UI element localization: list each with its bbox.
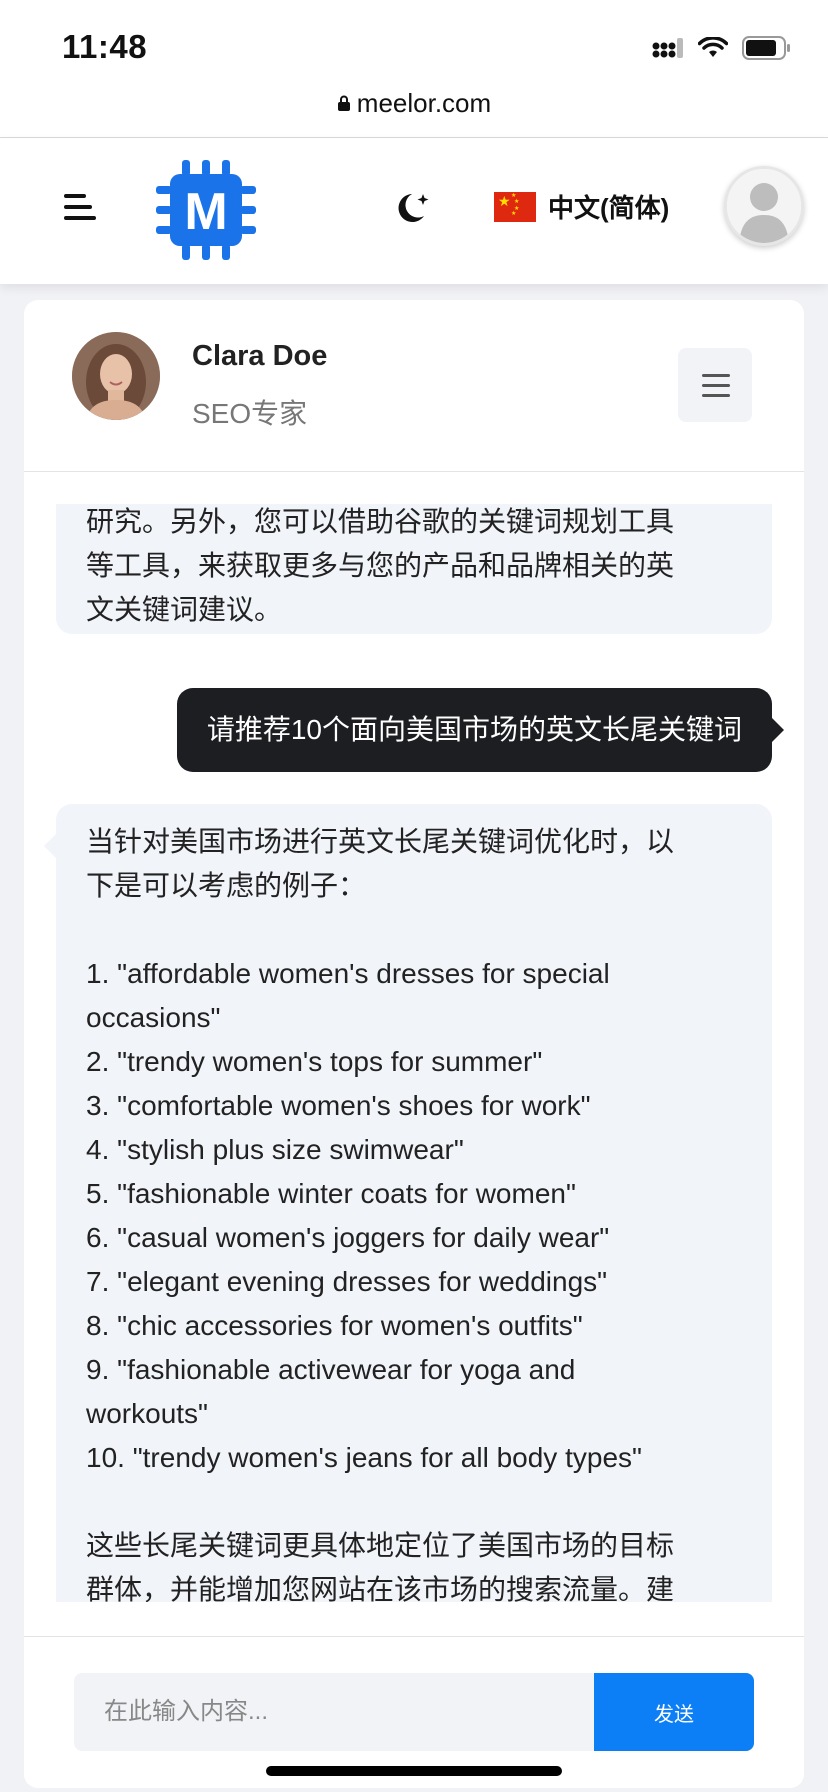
contact-name: Clara Doe — [192, 340, 328, 372]
contact-role: SEO专家 — [192, 398, 308, 429]
message-line: 等工具，来获取更多与您的产品和品牌相关的英 — [86, 550, 675, 581]
list-item: 3. "comfortable women's shoes for work" — [86, 1090, 591, 1121]
bot-message: 研究。另外，您可以借助谷歌的关键词规划工具 等工具，来获取更多与您的产品和品牌相… — [56, 504, 772, 634]
user-avatar[interactable] — [724, 166, 804, 246]
user-placeholder-icon — [727, 169, 801, 243]
message-line: 这些长尾关键词更具体地定位了美国市场的目标 — [86, 1530, 675, 1561]
list-item: 2. "trendy women's tops for summer" — [86, 1046, 543, 1077]
chat-menu-button[interactable] — [678, 348, 752, 422]
wifi-icon — [698, 37, 728, 57]
list-item: 8. "chic accessories for women's outfits… — [86, 1310, 583, 1341]
chat-header: Clara Doe SEO专家 — [24, 300, 804, 472]
status-bar: 11:48 — [0, 0, 828, 88]
list-item: 4. "stylish plus size swimwear" — [86, 1134, 464, 1165]
list-item: occasions" — [86, 1002, 221, 1033]
list-item: 5. "fashionable winter coats for women" — [86, 1178, 576, 1209]
message-line: 文关键词建议。 — [86, 594, 283, 625]
language-switcher[interactable]: ★ ★ ★ ★ ★ 中文(简体) — [494, 188, 669, 225]
message-line: 下是可以考虑的例子： — [86, 870, 367, 901]
message-line: 群体，并能增加您网站在该市场的搜索流量。建 — [86, 1574, 675, 1602]
send-button[interactable]: 发送 — [594, 1673, 754, 1751]
battery-icon — [742, 36, 790, 60]
message-list[interactable]: 研究。另外，您可以借助谷歌的关键词规划工具 等工具，来获取更多与您的产品和品牌相… — [24, 504, 804, 1602]
site-header: M ★ ★ ★ ★ ★ 中文(简体) — [0, 138, 828, 284]
url-text: meelor.com — [356, 88, 492, 118]
status-time: 11:48 — [62, 28, 148, 65]
list-item: 1. "affordable women's dresses for speci… — [86, 958, 610, 989]
list-item: workouts" — [86, 1398, 208, 1429]
signal-icon — [652, 38, 683, 58]
user-message: 请推荐10个面向美国市场的英文长尾关键词 — [176, 688, 785, 772]
logo-icon[interactable]: M — [156, 160, 256, 260]
china-flag-icon: ★ ★ ★ ★ ★ — [494, 191, 536, 222]
list-item: 10. "trendy women's jeans for all body t… — [86, 1442, 642, 1473]
address-bar[interactable]: meelor.com — [0, 88, 828, 138]
home-indicator[interactable] — [266, 1766, 562, 1776]
logo-letter: M — [184, 183, 227, 241]
dark-mode-icon[interactable] — [390, 186, 434, 230]
sidebar-toggle-icon[interactable] — [64, 194, 96, 228]
message-line: 当针对美国市场进行英文长尾关键词优化时，以 — [86, 826, 675, 857]
language-label: 中文(简体) — [548, 193, 670, 223]
status-icons — [652, 36, 792, 60]
keyword-list: 1. "affordable women's dresses for speci… — [86, 952, 742, 1480]
lock-icon — [337, 95, 350, 112]
message-line: 研究。另外，您可以借助谷歌的关键词规划工具 — [86, 506, 675, 537]
list-item: 9. "fashionable activewear for yoga and — [86, 1354, 576, 1385]
message-input[interactable] — [74, 1673, 594, 1751]
contact-photo — [72, 332, 160, 420]
list-item: 7. "elegant evening dresses for weddings… — [86, 1266, 608, 1297]
chat-panel: Clara Doe SEO专家 研究。另外，您可以借助谷歌的关键词规划工具 等工… — [24, 300, 804, 1788]
contact-avatar — [72, 332, 160, 420]
list-item: 6. "casual women's joggers for daily wea… — [86, 1222, 610, 1253]
bot-message: 当针对美国市场进行英文长尾关键词优化时，以 下是可以考虑的例子： 1. "aff… — [44, 804, 772, 1602]
